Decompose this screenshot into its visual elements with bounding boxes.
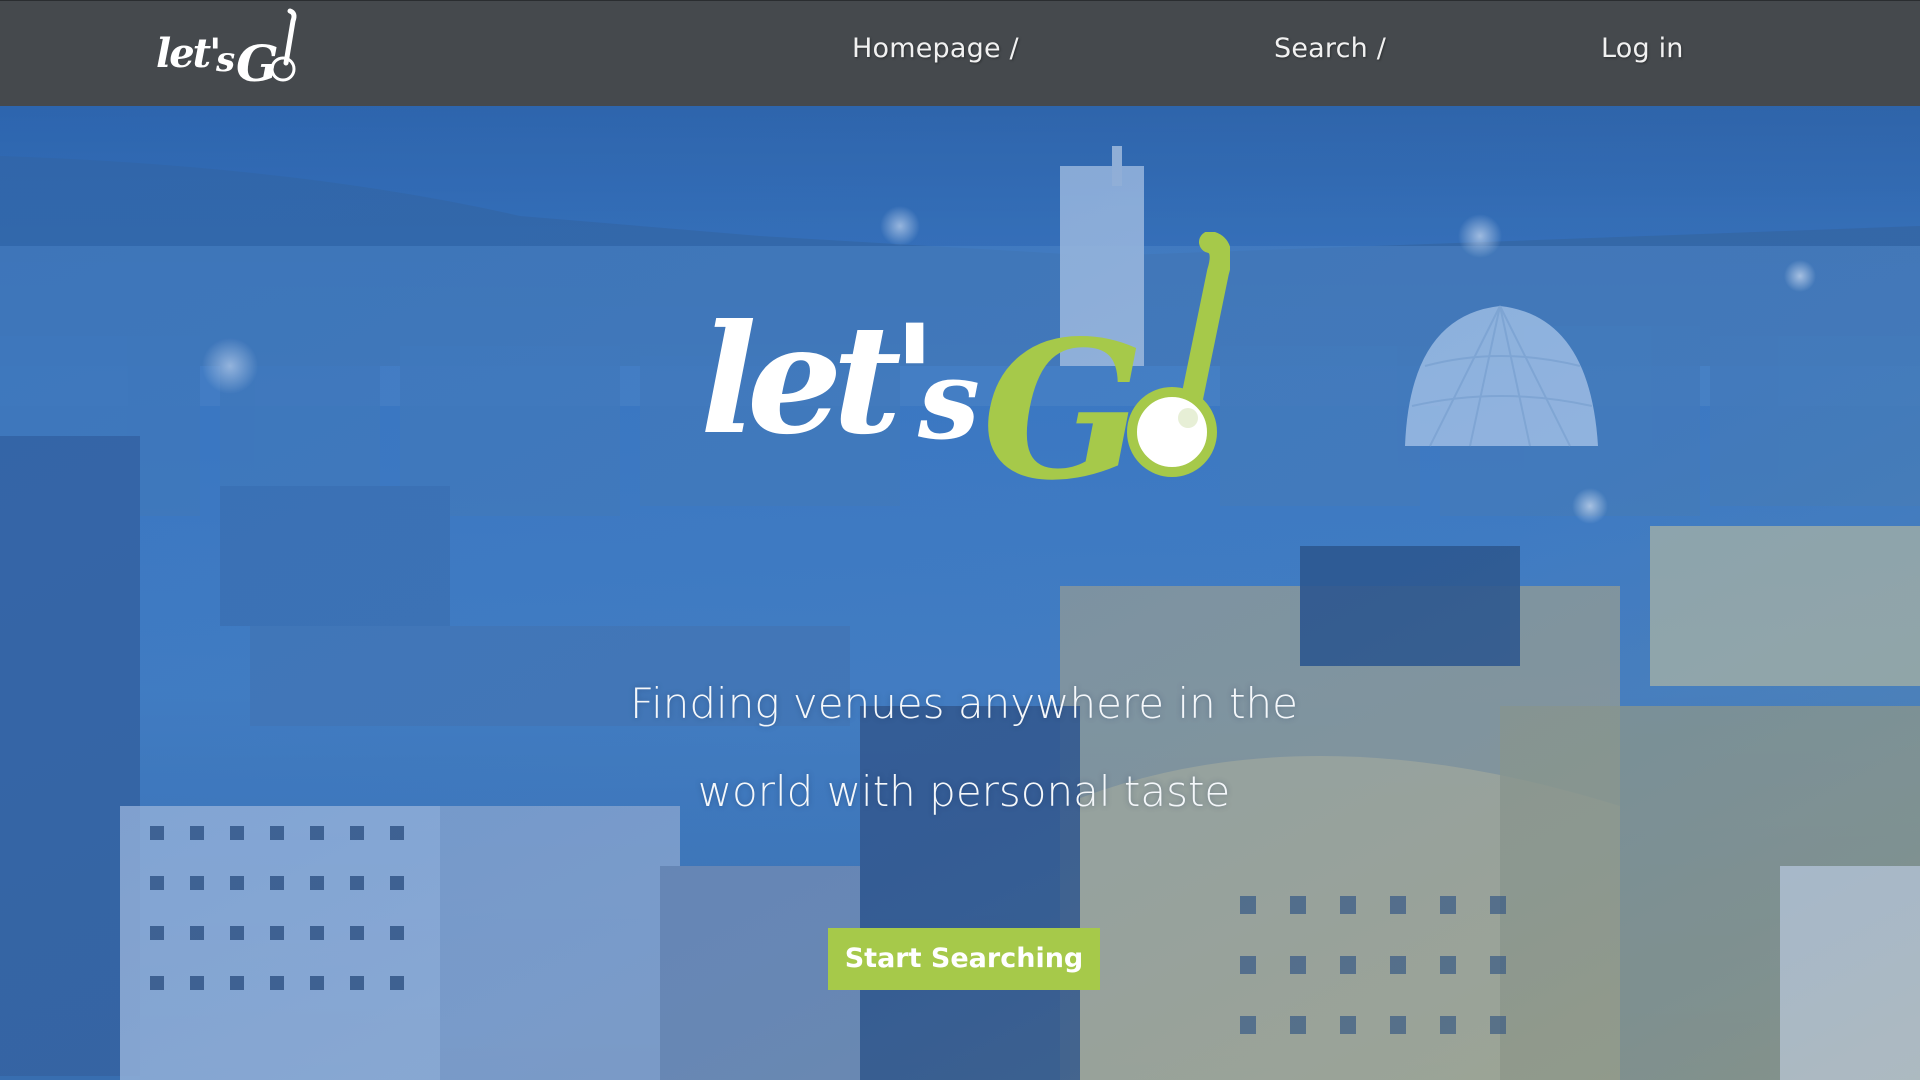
hero-tagline-line2: world with personal taste xyxy=(697,767,1231,816)
hero-brand-logo: let' s G xyxy=(700,232,1230,522)
svg-text:let': let' xyxy=(156,30,219,77)
svg-text:G: G xyxy=(982,299,1144,522)
nav-link-login[interactable]: Log in xyxy=(1601,33,1684,64)
nav-link-homepage[interactable]: Homepage / xyxy=(852,33,1019,64)
svg-text:s: s xyxy=(215,40,235,80)
svg-text:let': let' xyxy=(700,292,928,468)
svg-text:s: s xyxy=(917,335,980,464)
brand-logo[interactable]: let' s G xyxy=(150,7,305,101)
nav-link-search[interactable]: Search / xyxy=(1274,33,1386,64)
start-searching-button[interactable]: Start Searching xyxy=(828,928,1100,990)
hero-tagline: Finding venues anywhere in the world wit… xyxy=(560,660,1368,836)
hero-section: let' s G Finding venues anywhere in the … xyxy=(0,106,1920,1080)
hero-tagline-line1: Finding venues anywhere in the xyxy=(629,679,1299,728)
top-navbar: let' s G Homepage / Search / Log in xyxy=(0,0,1920,106)
